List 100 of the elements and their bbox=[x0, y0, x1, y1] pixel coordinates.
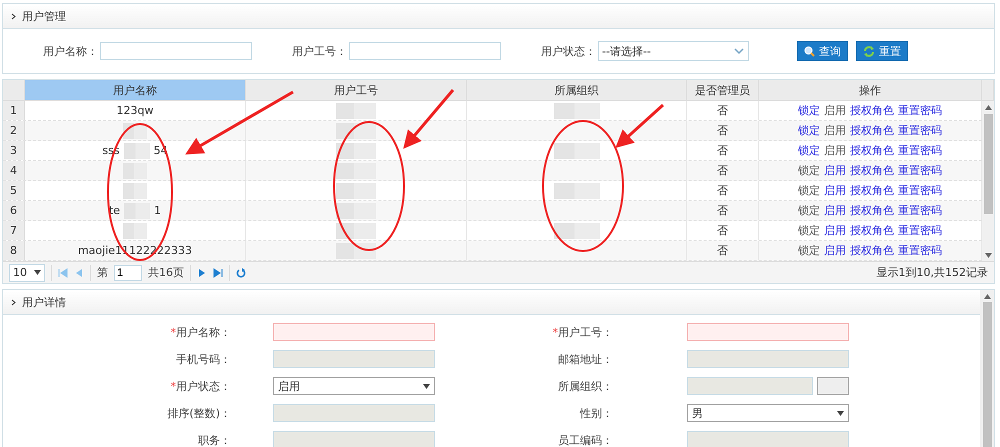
row-number: 8 bbox=[3, 241, 25, 260]
mosaic-patch bbox=[336, 222, 376, 238]
action-link[interactable]: 锁定 bbox=[798, 143, 820, 158]
field-label: 用户状态： bbox=[541, 44, 596, 58]
form-label: *用户状态： bbox=[170, 378, 231, 394]
caret-icon bbox=[837, 410, 844, 416]
action-link[interactable]: 重置密码 bbox=[898, 123, 942, 138]
input-field[interactable] bbox=[100, 42, 252, 60]
form-label: 所属组织： bbox=[557, 378, 613, 394]
refresh-icon[interactable] bbox=[236, 268, 246, 278]
previous-page-icon[interactable] bbox=[74, 268, 84, 278]
action-link[interactable]: 锁定 bbox=[798, 103, 820, 118]
row-number: 7 bbox=[3, 221, 25, 240]
select-button[interactable] bbox=[817, 377, 849, 395]
mosaic-patch bbox=[123, 182, 147, 198]
action-link[interactable]: 重置密码 bbox=[898, 223, 942, 238]
panel-title: 用户管理 bbox=[22, 8, 66, 24]
input-field[interactable] bbox=[687, 431, 849, 447]
select-field[interactable]: 启用 bbox=[273, 377, 435, 395]
input-field[interactable] bbox=[687, 377, 813, 395]
page-size-select[interactable]: 10 bbox=[9, 264, 45, 282]
action-link[interactable]: 重置密码 bbox=[898, 183, 942, 198]
scroll-down-icon[interactable] bbox=[984, 253, 992, 258]
search-button[interactable]: 查询 bbox=[797, 41, 848, 61]
form-label: 排序(整数)： bbox=[166, 406, 231, 420]
scrollbar[interactable] bbox=[982, 101, 994, 261]
input-field[interactable] bbox=[273, 431, 435, 447]
next-page-icon[interactable] bbox=[197, 268, 207, 278]
total-pages: 共16页 bbox=[148, 265, 184, 280]
action-link[interactable]: 重置密码 bbox=[898, 163, 942, 178]
page-prefix: 第 bbox=[97, 265, 108, 280]
action-link[interactable]: 授权角色 bbox=[850, 243, 894, 258]
row-number: 3 bbox=[3, 141, 25, 160]
mosaic-patch bbox=[554, 102, 600, 118]
action-link[interactable]: 锁定 bbox=[798, 123, 820, 138]
mosaic-patch bbox=[336, 162, 376, 178]
row-number: 6 bbox=[3, 201, 25, 220]
caret-icon bbox=[423, 384, 430, 388]
action-link[interactable]: 授权角色 bbox=[850, 103, 894, 118]
first-page-icon[interactable] bbox=[58, 268, 68, 278]
annotation-arrow bbox=[615, 104, 664, 148]
scroll-up-icon[interactable] bbox=[984, 294, 990, 299]
form-label: 员工编码： bbox=[557, 432, 613, 447]
scrollbar[interactable] bbox=[980, 290, 994, 447]
input-field[interactable] bbox=[349, 42, 501, 60]
record-summary: 显示1到10,共152记录 bbox=[876, 265, 988, 280]
mosaic-patch bbox=[336, 182, 376, 198]
scroll-up-icon[interactable] bbox=[984, 105, 992, 110]
table-cell: 否 bbox=[717, 163, 728, 178]
action-link[interactable]: 启用 bbox=[824, 243, 846, 258]
action-link[interactable]: 授权角色 bbox=[850, 183, 894, 198]
action-link[interactable]: 启用 bbox=[824, 183, 846, 198]
action-link[interactable]: 授权角色 bbox=[850, 223, 894, 238]
mosaic-patch bbox=[124, 202, 150, 218]
form-label: *用户名称： bbox=[170, 324, 231, 340]
table-cell: 123qw bbox=[116, 104, 154, 117]
action-link[interactable]: 授权角色 bbox=[850, 143, 894, 158]
table-cell: 否 bbox=[717, 103, 728, 118]
action-link[interactable]: 授权角色 bbox=[850, 123, 894, 138]
action-link[interactable]: 授权角色 bbox=[850, 203, 894, 218]
chevron-icon bbox=[11, 12, 16, 20]
form-label: *用户工号： bbox=[552, 324, 613, 340]
table-cell: 否 bbox=[717, 223, 728, 238]
input-field[interactable] bbox=[273, 323, 435, 341]
column-header[interactable]: 用户名称 bbox=[25, 80, 246, 100]
annotation-arrow bbox=[403, 89, 454, 149]
mosaic-patch bbox=[336, 142, 376, 158]
table-cell: 否 bbox=[717, 243, 728, 258]
table-cell: 1 bbox=[154, 204, 162, 217]
action-link[interactable]: 启用 bbox=[824, 163, 846, 178]
table-cell: 否 bbox=[717, 123, 728, 138]
action-link[interactable]: 授权角色 bbox=[850, 163, 894, 178]
input-field[interactable] bbox=[273, 404, 435, 422]
table-cell: 否 bbox=[717, 203, 728, 218]
action-link[interactable]: 启用 bbox=[824, 203, 846, 218]
action-link[interactable]: 启用 bbox=[824, 223, 846, 238]
mosaic-patch bbox=[336, 242, 376, 258]
row-number: 2 bbox=[3, 121, 25, 140]
status-select[interactable]: --请选择-- bbox=[598, 41, 749, 61]
reset-button[interactable]: 重置 bbox=[856, 41, 908, 61]
action-link[interactable]: 重置密码 bbox=[898, 103, 942, 118]
action-link[interactable]: 重置密码 bbox=[898, 143, 942, 158]
input-field[interactable] bbox=[273, 350, 435, 368]
mosaic-patch bbox=[336, 122, 376, 138]
input-field[interactable] bbox=[687, 350, 849, 368]
action-link[interactable]: 重置密码 bbox=[898, 203, 942, 218]
page-input[interactable]: 1 bbox=[114, 264, 142, 280]
form-label: 邮箱地址： bbox=[557, 352, 613, 366]
last-page-icon[interactable] bbox=[213, 268, 223, 278]
mosaic-patch bbox=[123, 162, 147, 178]
field-label: 用户名称： bbox=[43, 44, 98, 58]
action-link[interactable]: 重置密码 bbox=[898, 243, 942, 258]
form-label: 性别： bbox=[578, 406, 613, 420]
panel-title: 用户详情 bbox=[22, 294, 66, 310]
mosaic-patch bbox=[554, 222, 600, 238]
select-field[interactable]: 男 bbox=[687, 404, 849, 422]
chevron-down-icon bbox=[734, 48, 744, 54]
chevron-icon bbox=[11, 298, 16, 306]
input-field[interactable] bbox=[687, 323, 849, 341]
mosaic-patch bbox=[336, 202, 376, 218]
